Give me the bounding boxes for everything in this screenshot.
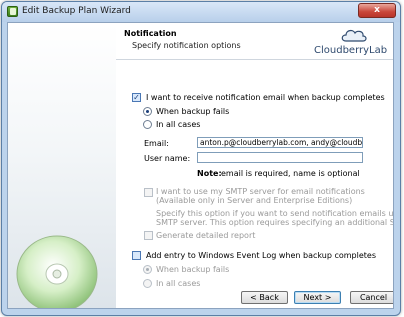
close-button[interactable]: x <box>358 3 396 18</box>
smtp-label[interactable]: I want to use my SMTP server for email n… <box>156 187 365 196</box>
event-all-cases-radio[interactable] <box>143 279 152 288</box>
detailed-report-label[interactable]: Generate detailed report <box>156 231 255 240</box>
smtp-description-1: Specify this option if you want to send … <box>156 209 394 218</box>
email-label: Email: <box>144 139 169 148</box>
event-log-label[interactable]: Add entry to Windows Event Log when back… <box>146 251 376 260</box>
page-subtitle: Specify notification options <box>132 41 241 50</box>
all-cases-radio[interactable] <box>143 120 152 129</box>
title-bar[interactable]: Edit Backup Plan Wizard x <box>2 2 400 22</box>
event-all-cases-label[interactable]: In all cases <box>156 279 200 288</box>
smtp-checkbox[interactable] <box>144 188 153 197</box>
note-text: email is required, name is optional <box>221 169 360 178</box>
cancel-button[interactable]: Cancel <box>350 291 393 304</box>
event-log-checkbox[interactable] <box>132 251 141 260</box>
when-fails-radio[interactable] <box>143 107 152 116</box>
detailed-report-checkbox[interactable] <box>144 231 153 240</box>
event-when-fails-radio[interactable] <box>143 265 152 274</box>
wizard-window: Edit Backup Plan Wizard x Notification S… <box>1 1 401 316</box>
window-title: Edit Backup Plan Wizard <box>22 6 131 16</box>
note-prefix: Note: <box>197 169 222 178</box>
event-when-fails-label[interactable]: When backup fails <box>156 265 229 274</box>
receive-email-checkbox[interactable]: ✓ <box>132 93 141 102</box>
email-field[interactable]: anton.p@cloudberrylab.com, andy@cloudber… <box>197 137 363 148</box>
username-field[interactable] <box>197 152 363 163</box>
next-button[interactable]: Next > <box>294 291 341 304</box>
content-panel: Notification Specify notification option… <box>116 23 393 308</box>
page-header: Notification Specify notification option… <box>116 23 393 60</box>
backup-wizard-icon <box>7 6 18 17</box>
wizard-frame: Notification Specify notification option… <box>7 22 394 309</box>
receive-email-label[interactable]: I want to receive notification email whe… <box>146 93 385 102</box>
left-decor-panel <box>8 23 116 308</box>
username-label: User name: <box>144 154 191 163</box>
all-cases-label[interactable]: In all cases <box>156 120 200 129</box>
smtp-availability: (Available only in Server and Enterprise… <box>156 196 353 205</box>
page-title: Notification <box>124 29 177 38</box>
smtp-description-2: SMTP server. This option requires specif… <box>156 218 393 227</box>
cd-disc-icon <box>16 235 98 308</box>
back-button[interactable]: < Back <box>241 291 288 304</box>
cloud-logo-icon <box>341 29 367 42</box>
brand-logo-text: CloudberryLab <box>314 45 388 56</box>
when-fails-label[interactable]: When backup fails <box>156 107 229 116</box>
